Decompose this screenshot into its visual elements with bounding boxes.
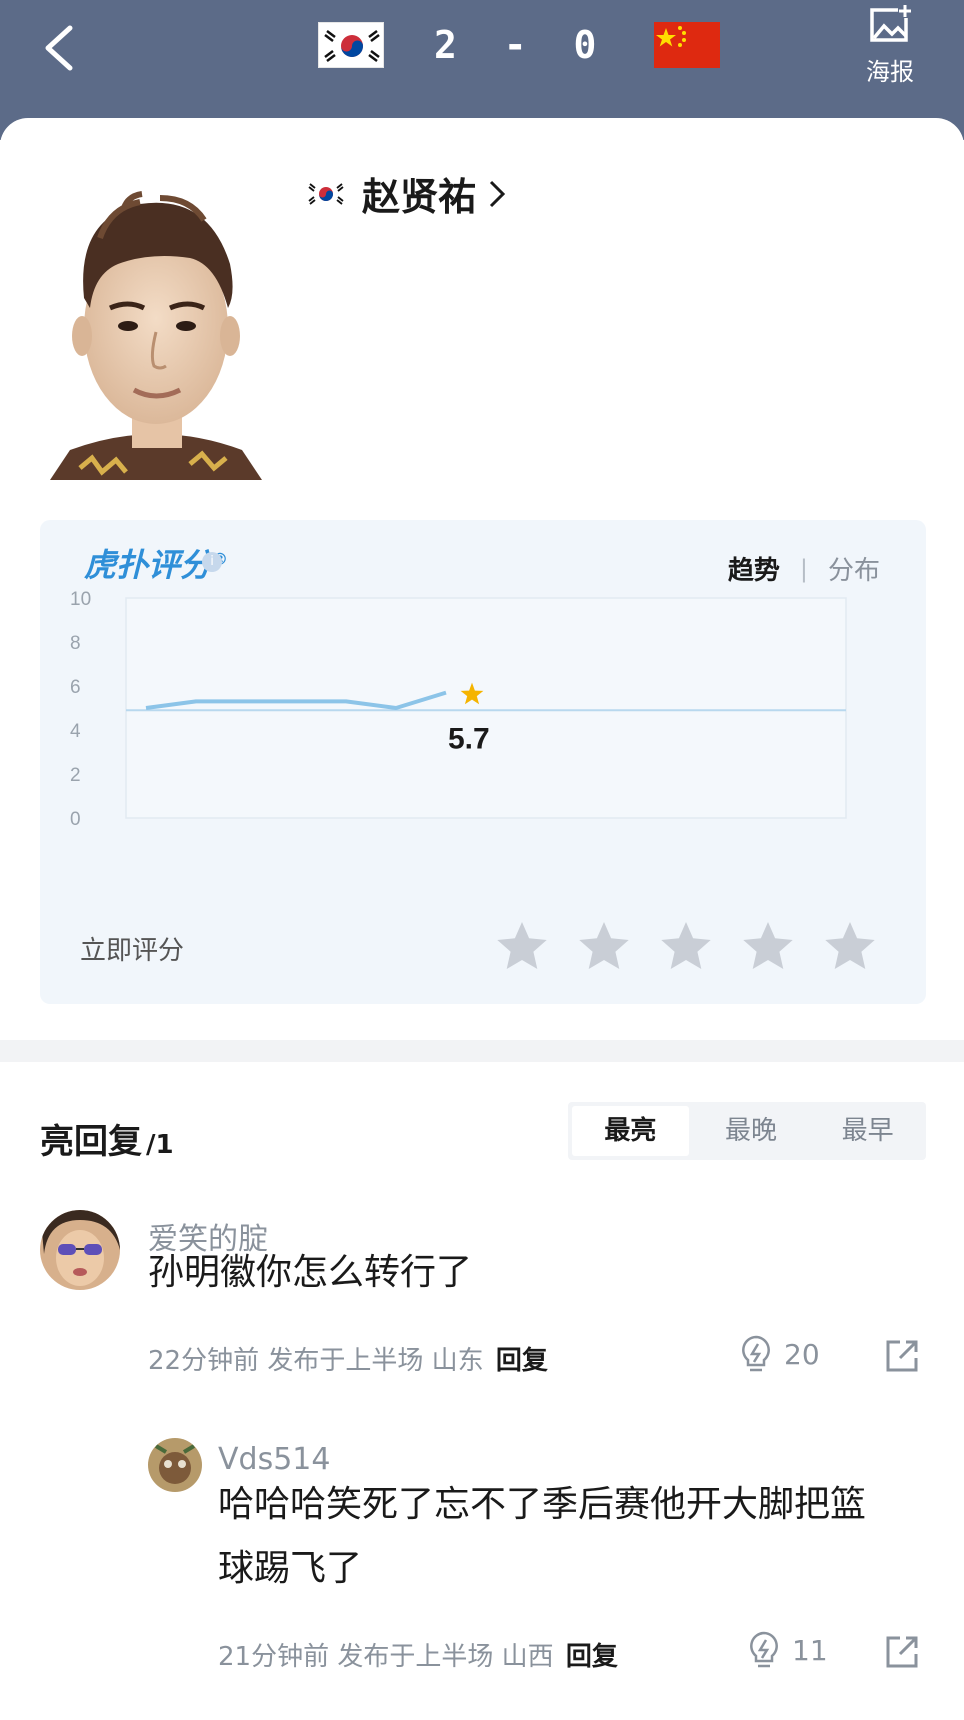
share-icon[interactable] [884, 1338, 920, 1374]
replies-title: 亮回复/1 [40, 1122, 174, 1162]
section-divider [0, 1040, 964, 1062]
sort-tabs: 最亮 最晚 最早 [568, 1102, 926, 1160]
latest-rating-label: 5.7 [448, 723, 490, 756]
tab-separator: | [799, 554, 808, 583]
comment-text-line: 球踢飞了 [218, 1548, 363, 1589]
comment-text-line: 哈哈哈笑死了忘不了季后赛他开大脚把篮 [218, 1484, 867, 1525]
y-tick-label: 2 [70, 765, 81, 786]
south-korea-flag-icon [306, 179, 346, 208]
poster-button[interactable]: 海报 [860, 4, 920, 87]
player-name-link[interactable]: 赵贤祐 [306, 166, 508, 221]
chevron-right-icon [489, 180, 506, 207]
comment-item: 爱笑的腚 孙明徽你怎么转行了 22分钟前 发布于上半场 山东 回复 20 [0, 1200, 964, 1380]
rate-now-label: 立即评分 [80, 936, 185, 966]
chart-plot-area [125, 597, 847, 819]
rating-view-toggle: 趋势 | 分布 [728, 550, 880, 587]
replies-count: /1 [146, 1130, 174, 1160]
star-icon[interactable] [494, 918, 550, 974]
score-text: 2 - 0 [434, 23, 609, 67]
comment-item: Vds514 哈哈哈笑死了忘不了季后赛他开大脚把篮 球踢飞了 21分钟前 发布于… [0, 1432, 964, 1672]
reply-button[interactable]: 回复 [566, 1642, 618, 1672]
avatar[interactable] [40, 1210, 120, 1290]
reply-button[interactable]: 回复 [496, 1346, 548, 1376]
info-icon[interactable]: i [202, 552, 222, 572]
y-tick-label: 0 [70, 809, 81, 830]
tab-earliest[interactable]: 最早 [809, 1102, 926, 1160]
share-icon[interactable] [884, 1634, 920, 1670]
star-icon[interactable] [658, 918, 714, 974]
y-tick-label: 4 [70, 721, 81, 742]
south-korea-flag-icon [318, 22, 384, 68]
player-name: 赵贤祐 [362, 175, 477, 219]
avatar[interactable] [148, 1438, 202, 1492]
comment-meta: 22分钟前 发布于上半场 山东 回复 [148, 1346, 548, 1376]
y-tick-label: 8 [70, 633, 81, 654]
y-tick-label: 10 [70, 589, 91, 610]
rating-panel: 虎扑评分® i 趋势 | 分布 10864205.7 立即评分 [40, 520, 926, 1004]
lightbulb-icon [742, 1335, 770, 1372]
star-icon[interactable] [822, 918, 878, 974]
rating-stars [494, 918, 904, 974]
tab-distribution[interactable]: 分布 [828, 550, 880, 587]
tab-hottest[interactable]: 最亮 [572, 1106, 689, 1156]
star-icon[interactable] [740, 918, 796, 974]
lightbulb-icon [750, 1631, 778, 1668]
y-tick-label: 6 [70, 677, 81, 698]
comment-meta: 21分钟前 发布于上半场 山西 回复 [218, 1642, 618, 1672]
rating-trend-chart: 10 8 6 4 2 0 5.7 [70, 589, 847, 830]
tab-trend[interactable]: 趋势 [728, 550, 780, 587]
star-icon[interactable] [576, 918, 632, 974]
light-count: 11 [792, 1633, 828, 1667]
comment-text: 孙明徽你怎么转行了 [148, 1252, 473, 1293]
light-button[interactable]: 20 [738, 1334, 820, 1374]
match-score: 2 - 0 [318, 20, 721, 70]
player-photo [50, 191, 262, 480]
image-icon [870, 4, 912, 42]
light-button[interactable]: 11 [746, 1630, 828, 1670]
back-arrow-icon[interactable] [40, 22, 80, 74]
china-flag-icon [654, 22, 721, 68]
tab-latest[interactable]: 最晚 [693, 1102, 810, 1160]
poster-label: 海报 [866, 58, 914, 86]
light-count: 20 [784, 1337, 820, 1371]
